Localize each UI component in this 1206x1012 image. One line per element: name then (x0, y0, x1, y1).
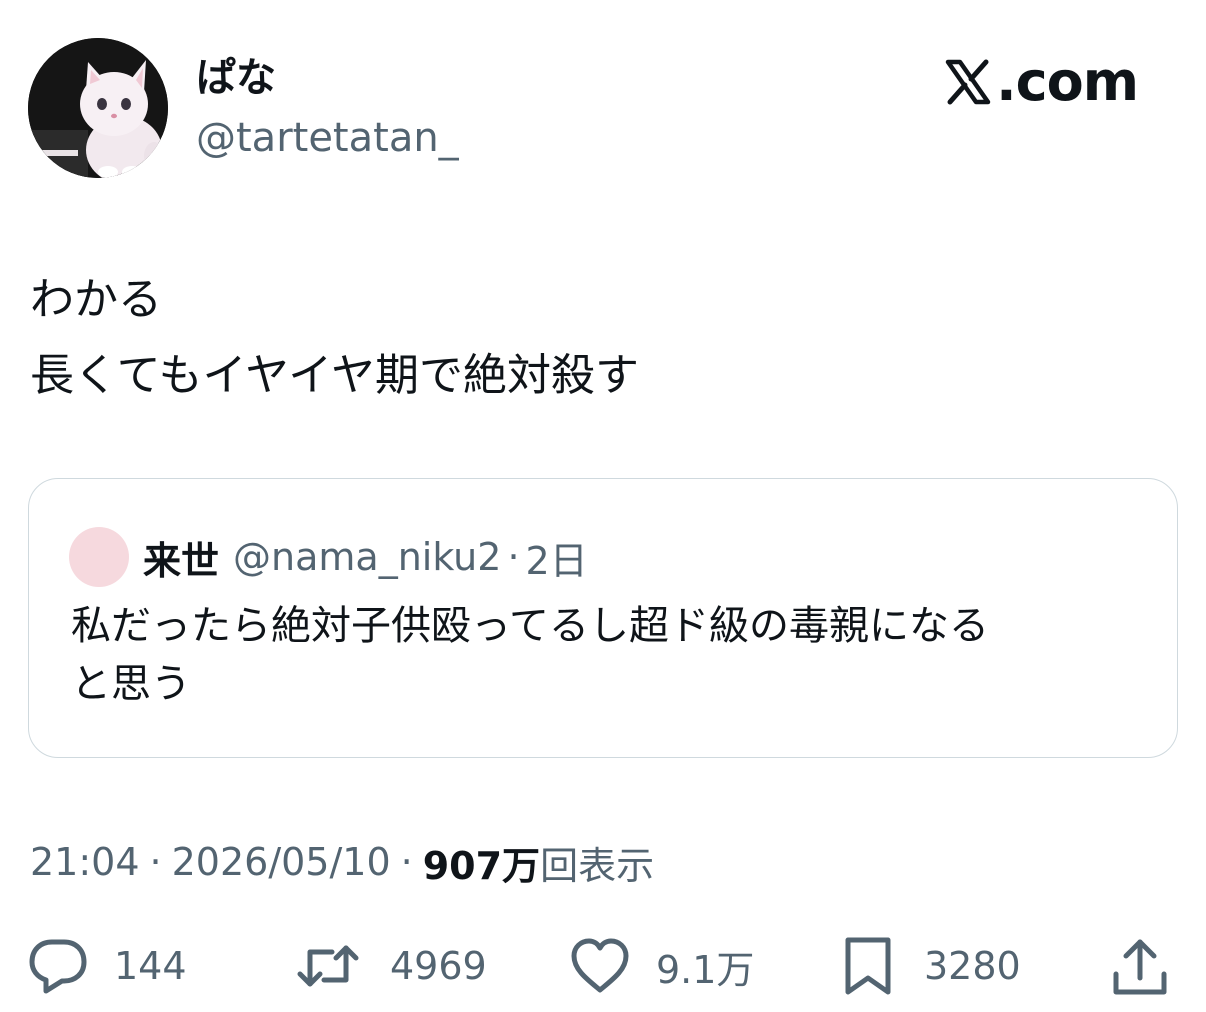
tweet-text: わかる 長くてもイヤイヤ期で絶対殺す (30, 262, 1170, 414)
quoted-tweet-text-line: と思う (71, 661, 191, 707)
bookmark-button[interactable]: 3280 (836, 928, 1021, 1004)
share-icon (1113, 939, 1167, 995)
author-handle[interactable]: @tartetatan_ (196, 112, 459, 164)
quoted-tweet-text-line: 私だったら絶対子供殴ってるし超ド級の毒親になる (71, 603, 989, 649)
quoted-author-avatar[interactable] (69, 527, 129, 587)
x-logo-icon (945, 59, 991, 105)
bookmark-count: 3280 (924, 944, 1021, 988)
quoted-author-handle[interactable]: @nama_niku2 (233, 535, 501, 579)
repost-icon (297, 945, 359, 987)
separator-dot: · (507, 535, 520, 579)
repost-count: 4969 (390, 944, 487, 988)
tweet-date[interactable]: 2026/05/10 (172, 840, 391, 884)
tweet-meta: 21:04 · 2026/05/10 · 907万 回表示 (30, 834, 654, 890)
bookmark-icon (845, 937, 891, 995)
brand-domain: .com (996, 50, 1139, 113)
repost-button[interactable]: 4969 (296, 928, 487, 1004)
separator-dot: · (149, 840, 162, 884)
author-avatar[interactable] (28, 38, 168, 178)
quoted-tweet-header: 来世 @nama_niku2 · 2日 (69, 527, 588, 587)
brand-logo: .com (944, 50, 1139, 113)
quoted-tweet-time[interactable]: 2日 (526, 530, 588, 585)
separator-dot: · (400, 840, 413, 884)
tweet-time[interactable]: 21:04 (30, 840, 140, 884)
share-button[interactable] (1108, 928, 1172, 1004)
tweet-text-line: わかる (30, 274, 162, 325)
like-button[interactable]: 9.1万 (568, 928, 754, 1004)
author-name[interactable]: ぱな (196, 52, 276, 104)
reply-button[interactable]: 144 (26, 928, 187, 1004)
tweet-text-line: 長くてもイヤイヤ期で絶対殺す (30, 350, 639, 401)
tweet-action-bar: 144 4969 9.1万 3280 (0, 928, 1206, 1004)
views-count[interactable]: 907万 (423, 835, 540, 890)
reply-count: 144 (114, 944, 187, 988)
quoted-tweet-text: 私だったら絶対子供殴ってるし超ド級の毒親になる と思う (71, 597, 1131, 713)
quoted-author-name[interactable]: 来世 (143, 530, 219, 585)
views-label: 回表示 (540, 843, 655, 888)
reply-icon (29, 939, 87, 994)
kitten-avatar-image (28, 38, 168, 178)
heart-icon (571, 938, 629, 993)
like-count: 9.1万 (656, 947, 755, 992)
quoted-tweet-card[interactable]: 来世 @nama_niku2 · 2日 私だったら絶対子供殴ってるし超ド級の毒親… (28, 478, 1178, 758)
